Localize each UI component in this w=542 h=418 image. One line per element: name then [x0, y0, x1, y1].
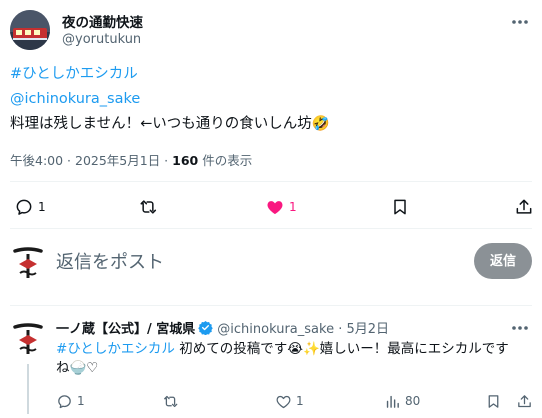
reply-avatar[interactable] — [10, 318, 46, 358]
reply-tweet[interactable]: 一ノ蔵【公式】/ 宮城県 @ichinokura_sake · 5月2日 #ひと… — [0, 312, 542, 418]
reply-header: 一ノ蔵【公式】/ 宮城県 @ichinokura_sake · 5月2日 — [56, 318, 389, 337]
bookmark-action[interactable] — [390, 196, 410, 218]
brand-logo — [10, 242, 46, 282]
divider — [10, 228, 532, 229]
reply-view-count: 80 — [405, 394, 421, 408]
verified-icon — [198, 320, 214, 335]
reply-reply-action[interactable]: 1 — [56, 390, 85, 412]
tweet-text: #ひとしかエシカル @ichinokura_sake 料理は残しません！←いつも… — [10, 62, 532, 137]
tweet-meta: 午後4:00 · 2025年5月1日 · 160 件の表示 — [10, 150, 252, 169]
view-count: 160 — [172, 153, 199, 168]
reply-views-action[interactable]: 80 — [384, 390, 420, 412]
reply-hashtag-link[interactable]: #ひとしかエシカル — [56, 341, 175, 357]
tweet-content: 料理は残しません！←いつも通りの食いしん坊🤣 — [10, 116, 330, 132]
share-action[interactable] — [514, 196, 534, 218]
repost-action[interactable] — [138, 196, 158, 218]
repost-icon — [140, 200, 157, 214]
mention-link[interactable]: @ichinokura_sake — [10, 91, 140, 107]
reply-text-line1: 初めての投稿です😭✨嬉しいー！最高にエシカルです — [174, 341, 509, 357]
like-action[interactable]: 1 — [265, 196, 297, 218]
user-handle[interactable]: @yorutukun — [62, 32, 141, 47]
share-icon — [516, 199, 532, 214]
heart-icon — [276, 395, 291, 408]
timestamp[interactable]: 午後4:00 · 2025年5月1日 · — [10, 153, 172, 168]
bookmark-icon — [394, 199, 406, 215]
hashtag-link[interactable]: #ひとしかエシカル — [10, 66, 138, 82]
reply-reply-count: 1 — [77, 394, 85, 408]
like-count: 1 — [289, 200, 297, 214]
reply-input[interactable]: 返信をポスト — [56, 248, 164, 274]
display-name[interactable]: 夜の通勤快速 — [62, 11, 143, 31]
reply-like-action[interactable]: 1 — [275, 390, 304, 412]
reply-button[interactable]: 返信 — [474, 243, 532, 279]
reply-icon — [58, 394, 71, 408]
reply-count: 1 — [38, 200, 46, 214]
avatar[interactable] — [10, 10, 50, 50]
divider — [10, 305, 532, 306]
reply-more-options-icon[interactable] — [508, 318, 532, 338]
more-options-icon[interactable] — [508, 12, 532, 32]
view-label: 件の表示 — [198, 153, 253, 168]
reply-bookmark-action[interactable] — [485, 390, 502, 412]
reply-action[interactable]: 1 — [14, 196, 46, 218]
repost-icon — [164, 395, 178, 407]
reply-composer: 返信をポスト 返信 — [0, 236, 542, 292]
reply-icon — [16, 199, 32, 215]
views-icon — [386, 395, 399, 408]
reply-like-count: 1 — [296, 394, 304, 408]
reply-repost-action[interactable] — [162, 390, 179, 412]
share-icon — [518, 394, 531, 407]
reply-text-line2: ね🍚♡ — [56, 360, 99, 376]
tweet-action-bar: 1 1 — [0, 192, 542, 222]
reply-content: #ひとしかエシカル 初めての投稿です😭✨嬉しいー！最高にエシカルです ね🍚♡ — [56, 340, 532, 378]
bookmark-icon — [488, 394, 499, 408]
heart-icon — [267, 201, 283, 215]
reply-handle-date[interactable]: @ichinokura_sake · 5月2日 — [217, 318, 389, 337]
divider — [10, 181, 532, 182]
tweet-header: 夜の通勤快速 @yorutukun — [10, 10, 532, 50]
reply-share-action[interactable] — [516, 390, 533, 412]
reply-action-bar: 1 1 80 — [0, 386, 542, 412]
reply-display-name[interactable]: 一ノ蔵【公式】/ 宮城県 — [56, 318, 195, 337]
